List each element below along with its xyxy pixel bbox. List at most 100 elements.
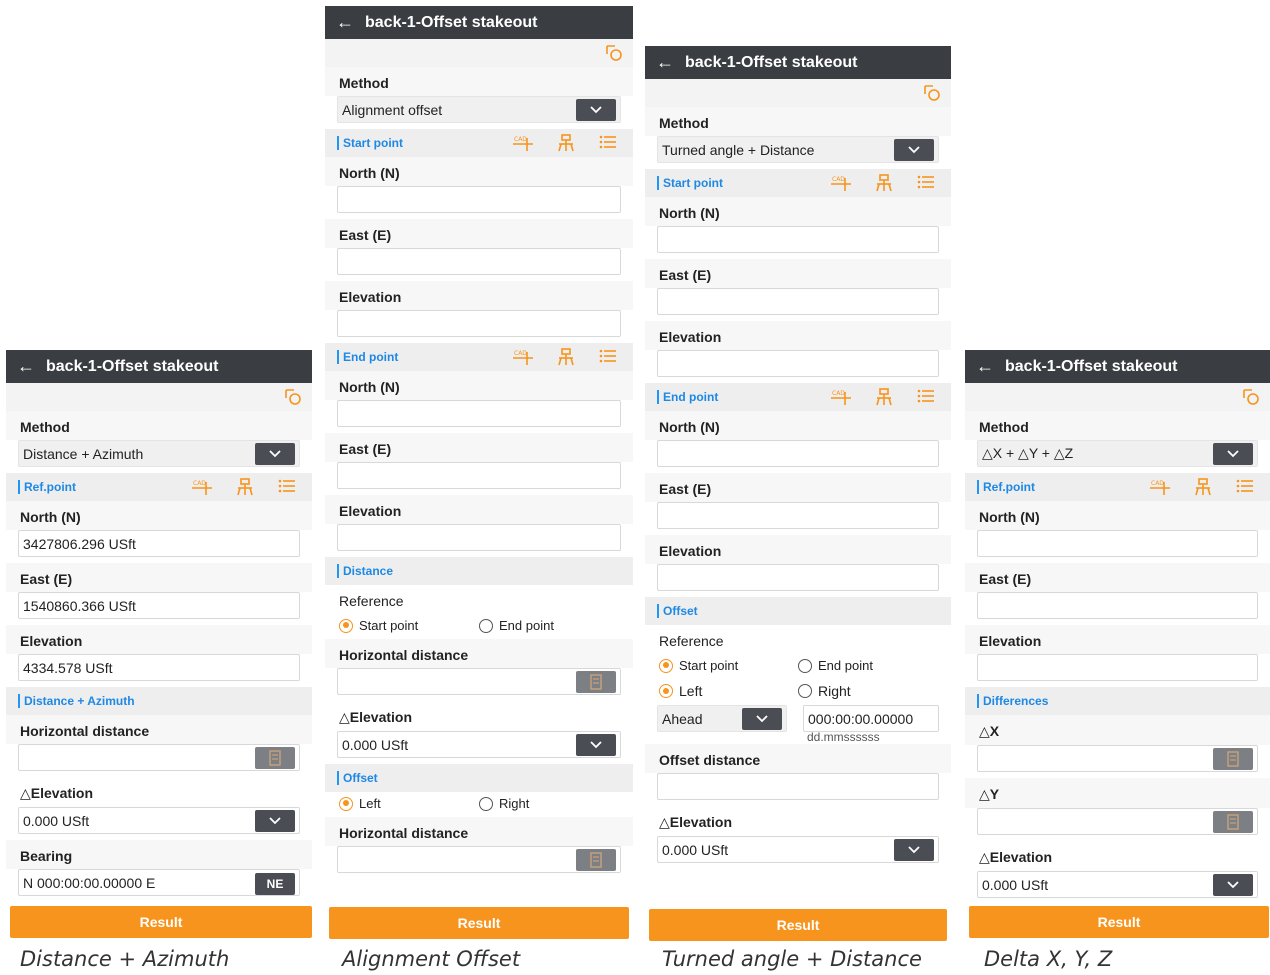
north-field[interactable] <box>657 226 939 253</box>
back-arrow-icon[interactable]: ← <box>645 52 685 73</box>
back-arrow-icon[interactable]: ← <box>6 356 46 377</box>
radio-left[interactable]: Left <box>659 683 798 699</box>
elevation-field[interactable] <box>337 524 621 551</box>
chevron-down-icon[interactable] <box>1213 443 1253 465</box>
radio-start-point[interactable]: Start point <box>339 618 479 633</box>
radio-start-point[interactable]: Start point <box>659 658 798 673</box>
method-select[interactable]: Alignment offset <box>337 96 621 123</box>
method-select[interactable]: Distance + Azimuth <box>18 440 300 467</box>
survey-station-icon[interactable] <box>875 174 893 192</box>
method-select[interactable]: Turned angle + Distance <box>657 136 939 163</box>
north-label: North (N) <box>965 501 1270 530</box>
survey-station-icon[interactable] <box>557 134 575 152</box>
survey-station-icon[interactable] <box>1194 478 1212 496</box>
delta-elevation-field[interactable]: 0.000 USft <box>337 731 621 758</box>
cad-pick-icon[interactable] <box>831 388 851 406</box>
section-bar <box>657 390 659 404</box>
north-field[interactable] <box>337 186 621 213</box>
radio-end-point[interactable]: End point <box>479 618 619 633</box>
result-button[interactable]: Result <box>969 906 1269 938</box>
elevation-field[interactable]: 4334.578 USft <box>18 654 300 681</box>
delta-y-field[interactable] <box>977 808 1258 835</box>
delta-elevation-label: △Elevation <box>339 709 413 725</box>
east-field[interactable] <box>337 462 621 489</box>
quadrant-button[interactable]: NE <box>255 873 295 895</box>
back-arrow-icon[interactable]: ← <box>325 12 365 33</box>
calculator-icon[interactable] <box>576 671 616 693</box>
chevron-down-icon[interactable] <box>894 139 934 161</box>
chevron-down-icon[interactable] <box>894 839 934 861</box>
north-field[interactable] <box>977 530 1258 557</box>
north-field[interactable] <box>337 400 621 427</box>
tool-icon[interactable] <box>1242 388 1260 406</box>
calculator-icon[interactable] <box>576 849 616 871</box>
east-field[interactable] <box>657 502 939 529</box>
angle-format-hint: dd.mmssssss <box>807 730 880 744</box>
delta-elevation-field[interactable]: 0.000 USft <box>977 871 1258 898</box>
survey-station-icon[interactable] <box>875 388 893 406</box>
elevation-field[interactable] <box>657 350 939 377</box>
chevron-down-icon[interactable] <box>255 443 295 465</box>
offset-distance-field[interactable] <box>657 773 939 800</box>
angle-field[interactable]: 000:00:00.00000 <box>803 705 939 732</box>
east-field[interactable]: 1540860.366 USft <box>18 592 300 619</box>
tool-icon[interactable] <box>284 388 302 406</box>
cad-pick-icon[interactable] <box>192 478 212 496</box>
radio-checked-icon <box>339 618 353 633</box>
calculator-icon[interactable] <box>1213 748 1253 770</box>
horizontal-distance-field[interactable] <box>337 668 621 695</box>
bearing-field[interactable]: N 000:00:00.00000 E NE <box>18 869 300 896</box>
east-value: 1540860.366 USft <box>23 597 136 614</box>
section-title: End point <box>663 390 719 404</box>
back-arrow-icon[interactable]: ← <box>965 356 1005 377</box>
point-list-icon[interactable] <box>599 348 617 364</box>
method-label: Method <box>645 107 951 136</box>
tool-icon[interactable] <box>605 44 623 62</box>
horizontal-distance-field[interactable] <box>18 744 300 771</box>
chevron-down-icon[interactable] <box>1213 874 1253 896</box>
elevation-field[interactable] <box>977 654 1258 681</box>
delta-x-field[interactable] <box>977 745 1258 772</box>
delta-elevation-field[interactable]: 0.000 USft <box>657 836 939 863</box>
result-button[interactable]: Result <box>329 907 629 939</box>
method-select[interactable]: △X + △Y + △Z <box>977 440 1258 467</box>
survey-station-icon[interactable] <box>236 478 254 496</box>
elevation-field[interactable] <box>337 310 621 337</box>
chevron-down-icon[interactable] <box>576 734 616 756</box>
east-field[interactable] <box>977 592 1258 619</box>
delta-elevation-field[interactable]: 0.000 USft <box>18 807 300 834</box>
east-field[interactable] <box>657 288 939 315</box>
calculator-icon[interactable] <box>255 747 295 769</box>
result-button[interactable]: Result <box>649 909 947 941</box>
direction-select[interactable]: Ahead <box>657 705 787 732</box>
north-label: North (N) <box>325 157 633 186</box>
radio-left[interactable]: Left <box>339 796 479 811</box>
east-field[interactable] <box>337 248 621 275</box>
tool-icon[interactable] <box>923 84 941 102</box>
radio-end-point[interactable]: End point <box>798 658 937 673</box>
survey-station-icon[interactable] <box>557 348 575 366</box>
horizontal-distance-field[interactable] <box>337 846 621 873</box>
radio-right[interactable]: Right <box>479 796 619 811</box>
point-list-icon[interactable] <box>599 134 617 150</box>
panel-turned-angle-distance: ← back-1-Offset stakeout Method Turned a… <box>645 46 951 906</box>
point-list-icon[interactable] <box>917 174 935 190</box>
radio-right[interactable]: Right <box>798 683 937 699</box>
calculator-icon[interactable] <box>1213 811 1253 833</box>
cad-pick-icon[interactable] <box>513 134 533 152</box>
point-list-icon[interactable] <box>278 478 296 494</box>
chevron-down-icon[interactable] <box>255 810 295 832</box>
point-list-icon[interactable] <box>1236 478 1254 494</box>
result-button[interactable]: Result <box>10 906 312 938</box>
section-title: Distance + Azimuth <box>24 694 135 708</box>
chevron-down-icon[interactable] <box>742 708 782 730</box>
elevation-field[interactable] <box>657 564 939 591</box>
chevron-down-icon[interactable] <box>576 99 616 121</box>
point-list-icon[interactable] <box>917 388 935 404</box>
north-field[interactable]: 3427806.296 USft <box>18 530 300 557</box>
cad-pick-icon[interactable] <box>513 348 533 366</box>
radio-checked-icon <box>339 796 353 811</box>
north-field[interactable] <box>657 440 939 467</box>
cad-pick-icon[interactable] <box>1150 478 1170 496</box>
cad-pick-icon[interactable] <box>831 174 851 192</box>
